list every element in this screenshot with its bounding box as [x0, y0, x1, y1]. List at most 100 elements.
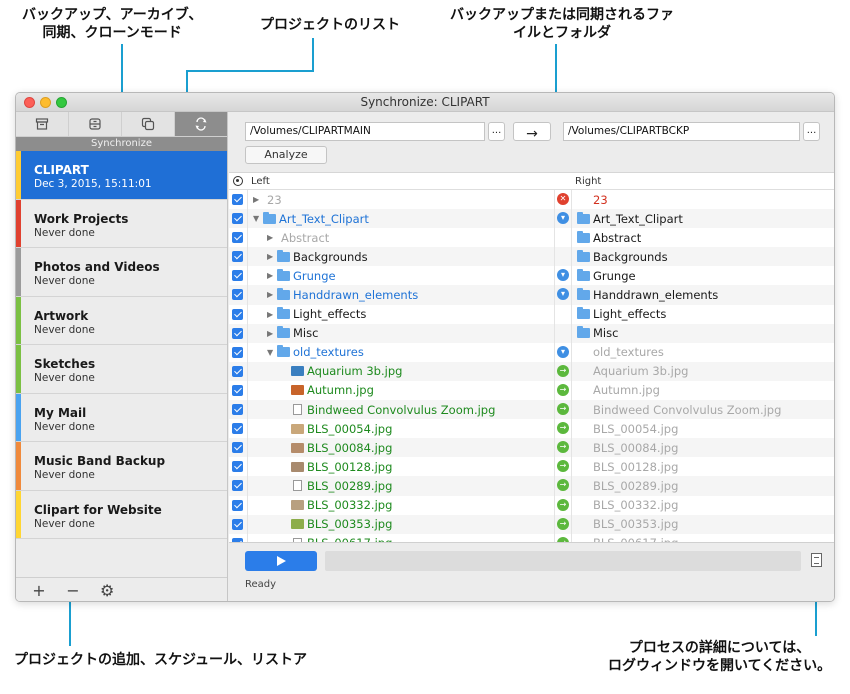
right-cell: BLS_00054.jpg: [577, 421, 678, 436]
analyze-button[interactable]: Analyze: [245, 146, 327, 164]
project-item[interactable]: Clipart for Website Never done: [16, 490, 227, 539]
copy-right-status-icon[interactable]: →: [557, 498, 569, 511]
mode-sync-button[interactable]: [175, 112, 227, 136]
row-checkbox[interactable]: [232, 423, 243, 435]
disclosure-open-icon[interactable]: ▼: [253, 214, 263, 223]
row-checkbox[interactable]: [232, 384, 243, 396]
table-row[interactable]: BLS_00332.jpg → BLS_00332.jpg: [229, 496, 834, 515]
project-item[interactable]: CLIPART Dec 3, 2015, 15:11:01: [16, 151, 227, 200]
log-window-icon[interactable]: [811, 553, 822, 567]
folder-changed-status-icon[interactable]: ▾: [557, 288, 569, 301]
left-cell: ▶ Misc: [267, 326, 318, 341]
table-row[interactable]: Aquarium 3b.jpg → Aquarium 3b.jpg: [229, 361, 834, 381]
settings-gear-icon[interactable]: ⚙: [100, 581, 114, 600]
disclosure-closed-icon[interactable]: ▶: [267, 329, 277, 338]
row-checkbox[interactable]: [232, 518, 243, 530]
copy-right-status-icon[interactable]: →: [557, 441, 569, 454]
copy-right-status-icon[interactable]: →: [557, 479, 569, 492]
table-row[interactable]: BLS_00289.jpg → BLS_00289.jpg: [229, 476, 834, 496]
folder-icon: [277, 326, 290, 339]
project-item[interactable]: Photos and Videos Never done: [16, 248, 227, 297]
callout-synced: バックアップまたは同期されるファ イルとフォルダ: [450, 6, 674, 42]
copy-right-status-icon[interactable]: →: [557, 403, 569, 416]
table-row[interactable]: ▶ Light_effects Light_effects: [229, 305, 834, 324]
row-checkbox[interactable]: [232, 194, 243, 205]
disclosure-open-icon[interactable]: ▼: [267, 348, 277, 357]
delete-status-icon[interactable]: ✕: [557, 193, 569, 205]
left-browse-button[interactable]: ...: [488, 122, 505, 141]
direction-arrow-button[interactable]: →: [513, 122, 551, 142]
row-checkbox[interactable]: [232, 442, 243, 454]
table-row[interactable]: ▶ 23 ✕ 23: [229, 190, 834, 209]
image-thumbnail-icon: [291, 461, 304, 472]
copy-right-status-icon[interactable]: →: [557, 422, 569, 435]
table-row[interactable]: Autumn.jpg → Autumn.jpg: [229, 381, 834, 400]
mode-clone-button[interactable]: [122, 112, 175, 136]
right-browse-button[interactable]: ...: [803, 122, 820, 141]
row-checkbox[interactable]: [232, 251, 243, 263]
table-row[interactable]: ▶ Handdrawn_elements ▾ Handdrawn_elements: [229, 285, 834, 305]
right-path-field[interactable]: /Volumes/CLIPARTBCKP: [563, 122, 800, 141]
run-sync-button[interactable]: [245, 551, 317, 571]
disclosure-closed-icon[interactable]: ▶: [267, 252, 277, 261]
table-row[interactable]: ▼ Art_Text_Clipart ▾ Art_Text_Clipart: [229, 209, 834, 229]
row-checkbox[interactable]: [232, 461, 243, 473]
row-checkbox[interactable]: [232, 289, 243, 301]
table-row[interactable]: ▶ Abstract Abstract: [229, 228, 834, 247]
copy-right-status-icon[interactable]: →: [557, 383, 569, 396]
left-item-name: BLS_00289.jpg: [307, 478, 393, 493]
table-row[interactable]: ▶ Backgrounds Backgrounds: [229, 247, 834, 267]
row-checkbox[interactable]: [232, 327, 243, 339]
table-row[interactable]: ▶ Misc Misc: [229, 323, 834, 343]
mode-backup-button[interactable]: [69, 112, 122, 136]
table-row[interactable]: ▶ Grunge ▾ Grunge: [229, 266, 834, 285]
add-project-button[interactable]: +: [32, 581, 46, 600]
disclosure-closed-icon[interactable]: ▶: [267, 310, 277, 319]
folder-changed-status-icon[interactable]: ▾: [557, 212, 569, 225]
left-item-name: Light_effects: [293, 307, 367, 322]
left-cell: Aquarium 3b.jpg: [281, 364, 402, 379]
copy-right-status-icon[interactable]: →: [557, 517, 569, 530]
disclosure-closed-icon[interactable]: ▶: [253, 195, 263, 204]
table-row[interactable]: BLS_00128.jpg → BLS_00128.jpg: [229, 457, 834, 476]
row-checkbox[interactable]: [232, 213, 243, 225]
right-cell: Backgrounds: [577, 249, 668, 264]
row-checkbox[interactable]: [232, 308, 243, 320]
close-window-button[interactable]: [24, 97, 35, 108]
select-all-icon[interactable]: [233, 176, 243, 186]
row-checkbox[interactable]: [232, 480, 243, 492]
project-item[interactable]: Work Projects Never done: [16, 199, 227, 248]
copy-right-status-icon[interactable]: →: [557, 460, 569, 473]
table-row[interactable]: BLS_00054.jpg → BLS_00054.jpg: [229, 419, 834, 438]
copy-right-status-icon[interactable]: →: [557, 364, 569, 377]
left-path-field[interactable]: /Volumes/CLIPARTMAIN: [245, 122, 485, 141]
row-checkbox[interactable]: [232, 404, 243, 416]
backup-icon: [89, 118, 101, 130]
minimize-window-button[interactable]: [40, 97, 51, 108]
row-checkbox[interactable]: [232, 346, 243, 358]
folder-changed-status-icon[interactable]: ▾: [557, 345, 569, 358]
row-checkbox[interactable]: [232, 232, 243, 244]
disclosure-closed-icon[interactable]: ▶: [267, 233, 277, 242]
mode-archive-button[interactable]: [16, 112, 69, 136]
table-row[interactable]: BLS_00353.jpg → BLS_00353.jpg: [229, 514, 834, 534]
project-last-run: Never done: [34, 226, 95, 239]
disclosure-closed-icon[interactable]: ▶: [267, 271, 277, 280]
row-checkbox[interactable]: [232, 499, 243, 511]
project-item[interactable]: Sketches Never done: [16, 345, 227, 394]
row-checkbox[interactable]: [232, 365, 243, 377]
zoom-window-button[interactable]: [56, 97, 67, 108]
disclosure-closed-icon[interactable]: ▶: [267, 290, 277, 299]
table-row[interactable]: ▼ old_textures ▾ old_textures: [229, 343, 834, 362]
project-item[interactable]: My Mail Never done: [16, 393, 227, 442]
remove-project-button[interactable]: −: [66, 581, 80, 600]
project-item[interactable]: Music Band Backup Never done: [16, 442, 227, 491]
right-item-name: Misc: [593, 326, 619, 341]
project-item[interactable]: Artwork Never done: [16, 296, 227, 345]
file-icon: [293, 404, 302, 416]
table-row[interactable]: BLS_00084.jpg → BLS_00084.jpg: [229, 438, 834, 458]
table-row[interactable]: Bindweed Convolvulus Zoom.jpg → Bindweed C…: [229, 400, 834, 420]
row-checkbox[interactable]: [232, 270, 243, 282]
folder-changed-status-icon[interactable]: ▾: [557, 269, 569, 282]
project-name: Work Projects: [34, 211, 129, 226]
